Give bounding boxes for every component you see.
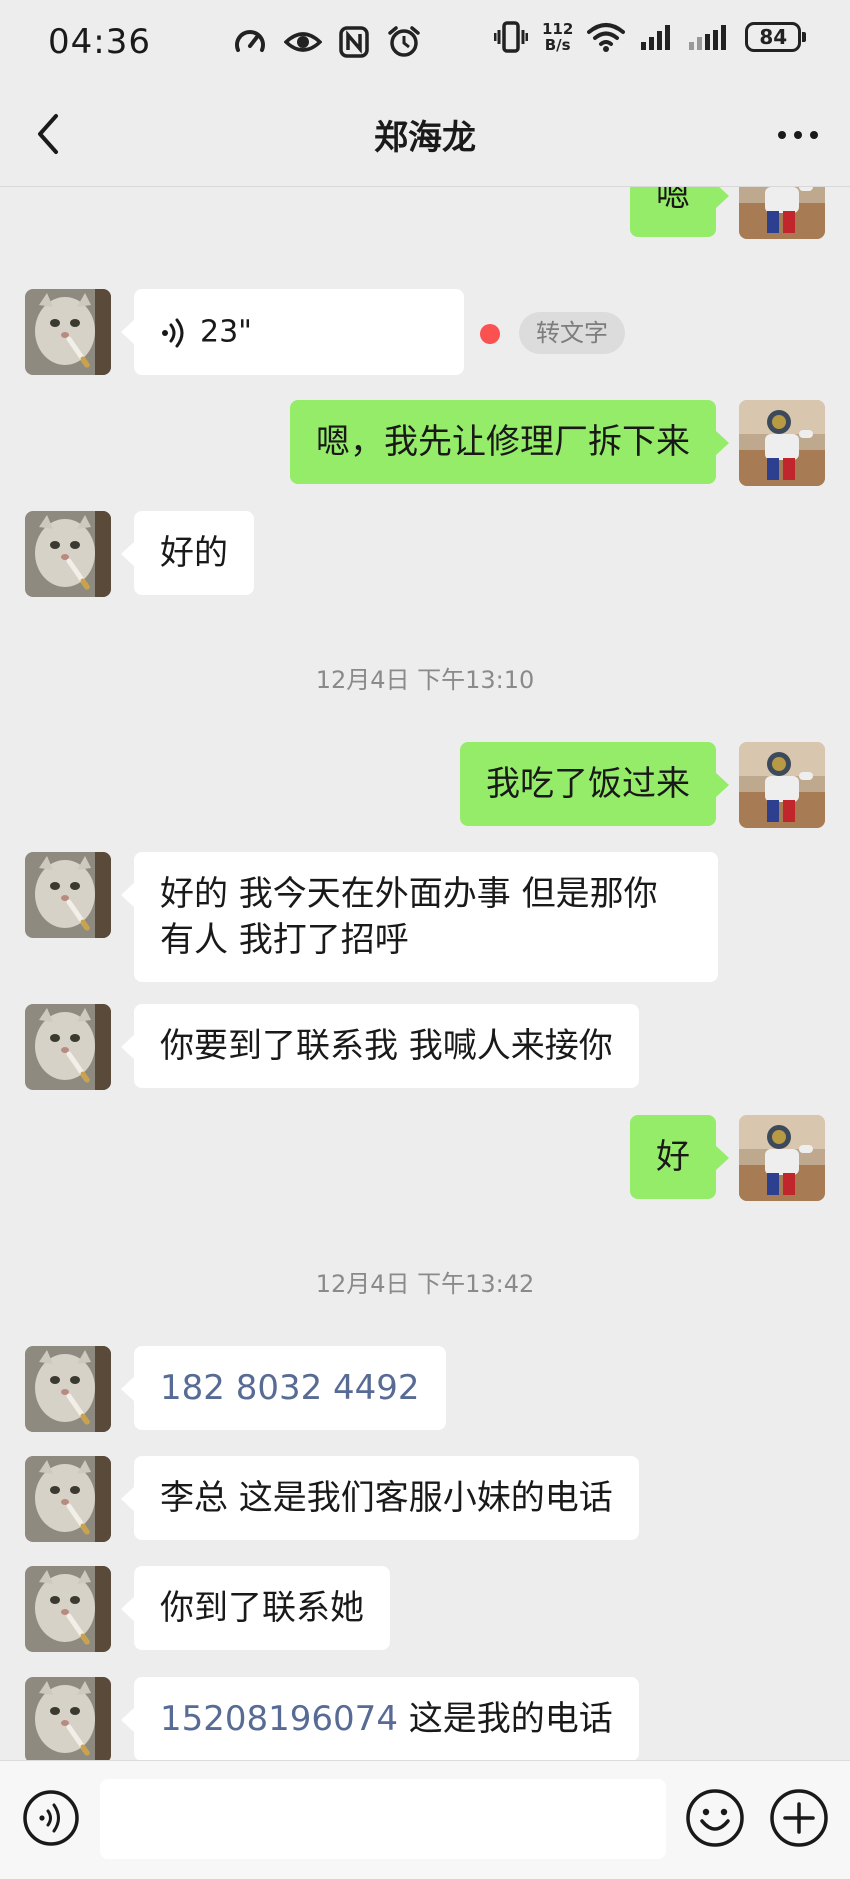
contact-avatar[interactable]: [25, 511, 111, 597]
my-avatar[interactable]: [739, 187, 825, 239]
astronaut-avatar-icon: [739, 187, 825, 239]
cat-avatar-icon: [25, 1346, 111, 1432]
outgoing-bubble[interactable]: 好: [630, 1115, 729, 1199]
message-text: 这是我的电话: [397, 1699, 613, 1739]
incoming-bubble[interactable]: 好的: [121, 511, 254, 595]
my-avatar[interactable]: [739, 742, 825, 828]
cat-avatar-icon: [25, 1004, 111, 1090]
status-icons-right: 112 B/s 84: [494, 20, 807, 54]
alarm-icon: [388, 26, 420, 57]
outgoing-bubble[interactable]: 我吃了饭过来: [460, 742, 729, 826]
chat-title: 郑海龙: [374, 118, 476, 158]
emoji-icon: [686, 1789, 744, 1847]
more-functions-button[interactable]: [768, 1787, 830, 1849]
astronaut-avatar-icon: [739, 400, 825, 486]
net-speed: 112 B/s: [542, 21, 573, 53]
astronaut-avatar-icon: [739, 1115, 825, 1201]
cat-avatar-icon: [25, 1456, 111, 1542]
message-line: 有人 我打了招呼: [160, 920, 409, 960]
cat-avatar-icon: [25, 1566, 111, 1652]
timestamp: 12月4日 下午13:10: [315, 666, 535, 694]
plus-icon: [770, 1789, 828, 1847]
status-icons-left: [232, 24, 422, 60]
input-bar: [0, 1760, 850, 1879]
my-avatar[interactable]: [739, 1115, 825, 1201]
signal-icon: [641, 25, 671, 50]
net-speed-unit: B/s: [544, 36, 571, 54]
voice-input-icon: [23, 1790, 79, 1846]
incoming-bubble[interactable]: 你到了联系她: [121, 1566, 390, 1650]
cat-avatar-icon: [25, 511, 111, 597]
incoming-bubble[interactable]: 你要到了联系我 我喊人来接你: [121, 1004, 639, 1088]
outgoing-bubble[interactable]: 嗯: [630, 187, 729, 237]
battery-indicator: 84: [745, 22, 807, 52]
more-icon: [778, 131, 818, 139]
contact-avatar[interactable]: [25, 1677, 111, 1760]
cat-avatar-icon: [25, 289, 111, 375]
nfc-icon: [339, 26, 369, 58]
incoming-bubble[interactable]: 李总 这是我们客服小妹的电话: [121, 1456, 639, 1540]
net-speed-value: 112: [542, 20, 574, 38]
incoming-bubble[interactable]: 好的 我今天在外面办事 但是那你 有人 我打了招呼: [121, 852, 718, 982]
message-list[interactable]: 嗯 23" 转文字 嗯，我先让修理厂拆下来 好的 12月4日 下午13:10 我…: [0, 187, 850, 1760]
message-input[interactable]: [100, 1779, 666, 1859]
status-bar: 04:36 112 B/s 84: [0, 0, 850, 86]
incoming-bubble[interactable]: 182 8032 4492: [121, 1346, 446, 1430]
status-time: 04:36: [48, 22, 151, 62]
voice-duration: 23": [200, 314, 252, 350]
contact-avatar[interactable]: [25, 1004, 111, 1090]
speedometer-icon: [235, 30, 265, 52]
more-button[interactable]: [768, 110, 828, 160]
vibrate-icon: [494, 21, 528, 53]
contact-avatar[interactable]: [25, 1346, 111, 1432]
outgoing-bubble[interactable]: 嗯，我先让修理厂拆下来: [290, 400, 729, 484]
astronaut-avatar-icon: [739, 742, 825, 828]
my-avatar[interactable]: [739, 400, 825, 486]
contact-avatar[interactable]: [25, 852, 111, 938]
contact-avatar[interactable]: [25, 289, 111, 375]
emoji-button[interactable]: [684, 1787, 746, 1849]
unread-dot: [480, 324, 500, 344]
wifi-icon: [587, 23, 626, 52]
chat-header: 郑海龙: [0, 86, 850, 186]
signal-2-icon: [689, 25, 727, 50]
voice-input-button[interactable]: [22, 1789, 80, 1847]
incoming-bubble[interactable]: 15208196074 这是我的电话: [121, 1677, 639, 1760]
eye-icon: [284, 32, 322, 52]
contact-avatar[interactable]: [25, 1566, 111, 1652]
cat-avatar-icon: [25, 852, 111, 938]
phone-link[interactable]: 182 8032 4492: [160, 1368, 420, 1408]
cat-avatar-icon: [25, 1677, 111, 1760]
timestamp: 12月4日 下午13:42: [315, 1270, 535, 1298]
phone-link[interactable]: 15208196074: [160, 1699, 398, 1739]
to-text-button[interactable]: 转文字: [519, 312, 625, 354]
voice-wave-icon: [162, 318, 184, 347]
contact-avatar[interactable]: [25, 1456, 111, 1542]
message-line: 好的 我今天在外面办事 但是那你: [160, 874, 658, 914]
voice-message-bubble[interactable]: 23": [121, 289, 464, 375]
